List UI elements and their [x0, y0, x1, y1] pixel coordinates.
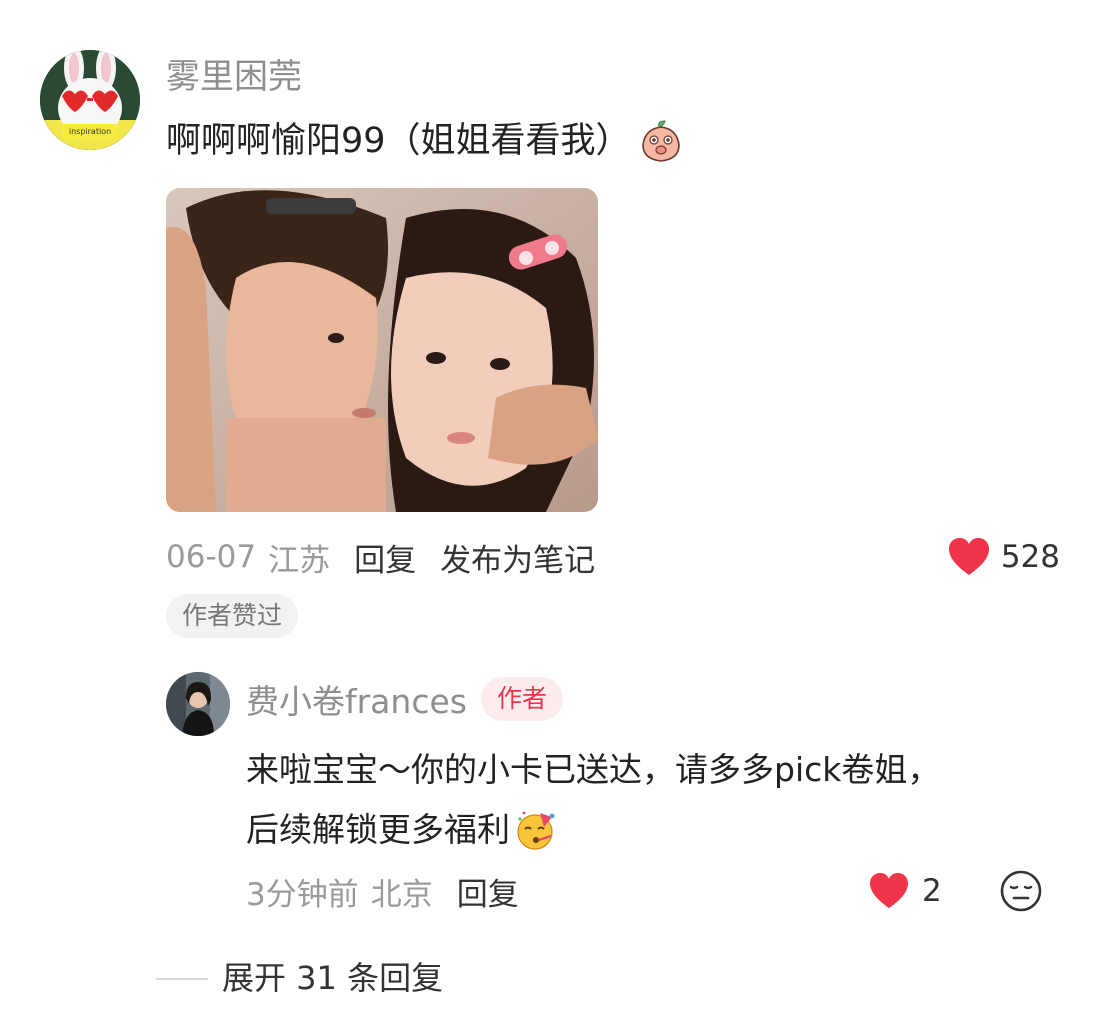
heart-icon [948, 538, 989, 575]
reply-text: 来啦宝宝～你的小卡已送达，请多多pick卷姐， 后续解锁更多福利 [246, 740, 1046, 860]
reply-location: 北京 [370, 876, 433, 913]
like-button[interactable]: 528 [947, 534, 1060, 580]
emoji-reaction-button[interactable] [998, 868, 1044, 914]
reply-like-button[interactable]: 2 [868, 868, 942, 914]
reply-like-count: 2 [922, 873, 942, 909]
comment-location: 江苏 [268, 542, 331, 579]
reply-username[interactable]: 费小卷frances [246, 675, 467, 723]
reply-text-line: 来啦宝宝～你的小卡已送达，请多多pick卷姐， [246, 750, 941, 789]
reply-text-content: 后续解锁更多福利 [246, 810, 510, 849]
comment-meta: 06-07 江苏 回复 发布为笔记 [166, 534, 595, 580]
reply-time: 3分钟前 [246, 876, 359, 913]
comment-text-content: 啊啊啊愉阳99（姐姐看看我） [166, 121, 631, 161]
avatar[interactable]: inspiration [40, 50, 140, 150]
reply-text-line-2: 后续解锁更多福利 [246, 800, 1046, 860]
like-count: 528 [1000, 539, 1060, 575]
publish-as-note-button[interactable]: 发布为笔记 [440, 535, 595, 580]
expand-replies-button[interactable]: 展开 31 条回复 [222, 954, 443, 1002]
party-face-emoji-icon [514, 809, 556, 851]
peach-emoji-icon [639, 119, 683, 163]
comment-date: 06-07 [166, 539, 257, 575]
reply-meta: 3分钟前 北京 回复 [246, 868, 519, 914]
svg-text:inspiration: inspiration [69, 127, 111, 136]
username[interactable]: 雾里困莞 [166, 54, 302, 100]
comment-text: 啊啊啊愉阳99（姐姐看看我） [166, 116, 683, 166]
reply-avatar[interactable] [166, 672, 230, 736]
reply-button[interactable]: 回复 [354, 535, 416, 580]
comment-photo[interactable] [166, 188, 598, 512]
heart-icon [870, 872, 908, 909]
author-liked-badge: 作者赞过 [166, 594, 299, 638]
reply-reply-button[interactable]: 回复 [457, 869, 519, 914]
author-badge: 作者 [480, 677, 563, 721]
reply-header: 费小卷frances 作者 [246, 676, 563, 722]
expand-divider [156, 978, 208, 980]
neutral-face-icon [1000, 870, 1042, 912]
